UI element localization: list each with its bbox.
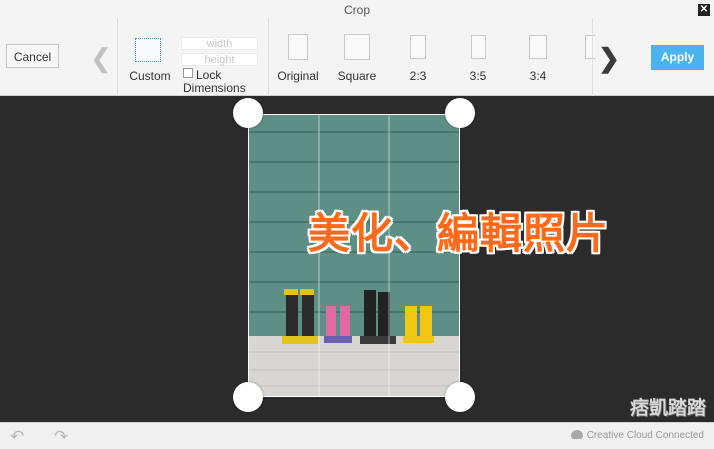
crop-handle-bottom-right[interactable] — [445, 382, 475, 412]
custom-crop-icon[interactable] — [135, 38, 161, 62]
height-field[interactable]: height — [181, 53, 258, 66]
preset-label: Original — [277, 69, 319, 83]
ratio-4-shape-icon — [585, 35, 595, 59]
preset-2-3[interactable]: 2:3 — [395, 28, 441, 83]
preset-original[interactable]: Original — [275, 28, 321, 83]
creative-cloud-icon — [570, 430, 583, 439]
square-shape-icon — [344, 34, 370, 60]
close-icon[interactable]: ✕ — [698, 4, 710, 16]
watermark: 痞凱踏踏 — [629, 397, 706, 419]
divider — [117, 18, 118, 96]
cloud-status-label: Creative Cloud Connected — [586, 430, 704, 441]
lock-label: Lock — [196, 68, 222, 82]
chevron-right-icon[interactable]: ❯ — [598, 44, 620, 72]
overlay-caption: 美化、編輯照片 — [308, 209, 610, 258]
preset-label: 3:5 — [469, 69, 487, 83]
crop-handle-top-right[interactable] — [445, 98, 475, 128]
preset-3-5[interactable]: 3:5 — [455, 28, 501, 83]
custom-label[interactable]: Custom — [120, 69, 180, 83]
divider — [268, 18, 269, 96]
ratio-2-3-shape-icon — [410, 35, 426, 59]
dimensions-label: Dimensions — [183, 81, 246, 95]
chevron-left-icon[interactable]: ❮ — [90, 44, 112, 72]
dialog-title: Crop — [343, 3, 370, 17]
undo-icon[interactable]: ↶ — [10, 427, 24, 447]
cancel-button[interactable]: Cancel — [6, 44, 59, 68]
cloud-status: Creative Cloud Connected — [570, 430, 704, 441]
preset-square[interactable]: Square — [334, 28, 380, 83]
ratio-3-4-shape-icon — [529, 35, 547, 59]
checkbox-icon[interactable] — [183, 68, 193, 78]
apply-button[interactable]: Apply — [651, 45, 704, 70]
preset-label: 3:4 — [529, 69, 547, 83]
crop-handle-bottom-left[interactable] — [233, 382, 263, 412]
preset-label: Square — [337, 69, 377, 83]
original-shape-icon — [288, 34, 308, 60]
preset-4[interactable]: 4 — [583, 28, 595, 59]
crop-handle-top-left[interactable] — [233, 98, 263, 128]
lock-dimensions-checkbox[interactable]: Lock Dimensions — [183, 68, 246, 94]
ratio-3-5-shape-icon — [470, 35, 486, 59]
preset-3-4[interactable]: 3:4 — [515, 28, 561, 83]
footer-bar: ↶ ↷ Creative Cloud Connected — [0, 422, 714, 449]
crop-toolbar: Crop ✕ Cancel ❮ Custom width height Lock… — [0, 0, 714, 96]
width-field[interactable]: width — [181, 37, 258, 50]
preset-label: 2:3 — [409, 69, 427, 83]
redo-icon[interactable]: ↷ — [54, 427, 68, 447]
divider — [592, 18, 593, 96]
